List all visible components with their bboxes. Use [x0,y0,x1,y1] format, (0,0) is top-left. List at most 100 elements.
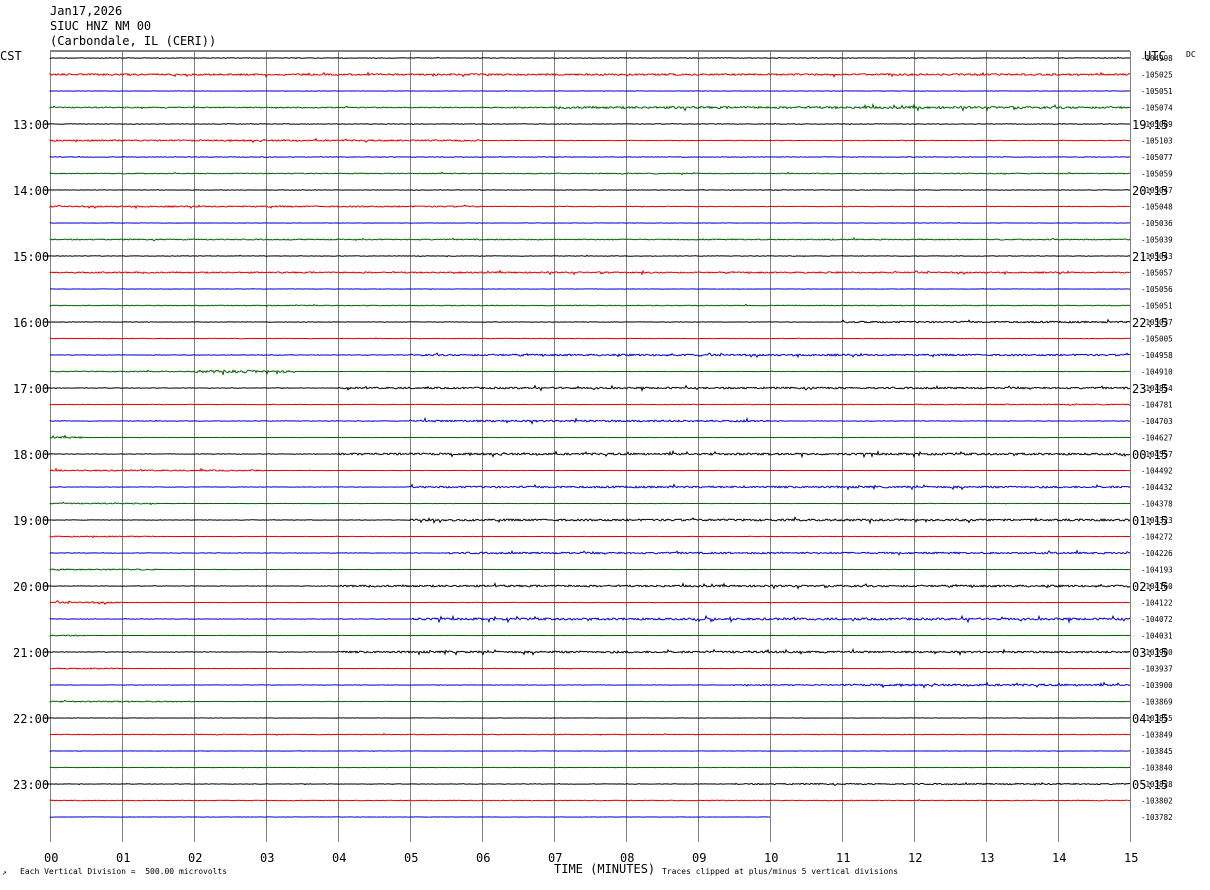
dc-value: -104193 [1141,566,1173,575]
x-tick-label: 06 [476,851,490,865]
dc-value: -104072 [1141,615,1173,624]
dc-value: -105089 [1141,120,1173,129]
trace-line [50,172,1130,174]
trace-line [50,73,1130,77]
dc-value: -103782 [1141,813,1173,822]
dc-value: -104854 [1141,384,1173,393]
dc-value: -104272 [1141,533,1173,542]
dc-value: -104160 [1141,582,1173,591]
dc-value: -105103 [1141,137,1173,146]
dc-value: -105057 [1141,269,1173,278]
trace-line [50,668,1130,669]
left-time-axis: 13:0014:0015:0016:0017:0018:0019:0020:00… [13,118,50,792]
dc-value: -104627 [1141,434,1173,443]
trace-line [50,683,1130,688]
trace-line [50,551,1130,555]
trace-line [50,205,1130,208]
trace-line [50,238,1130,241]
dc-value: -105051 [1141,87,1173,96]
dc-value: -105074 [1141,104,1173,113]
dc-offset-column: -104998-105025-105051-105074-105089-1051… [1141,54,1173,822]
cst-hour-label: 16:00 [13,316,49,330]
trace-line [50,616,1130,622]
trace-line [50,635,1130,636]
trace-group [50,57,1130,817]
trace-line [50,139,1130,143]
dc-value: -104557 [1141,450,1173,459]
dc-value: -103855 [1141,714,1173,723]
dc-value: -104323 [1141,516,1173,525]
cst-hour-label: 21:00 [13,646,49,660]
x-tick-label: 10 [764,851,778,865]
dc-value: -105037 [1141,318,1173,327]
seismogram-plot: 13:0014:0015:0016:0017:0018:0019:0020:00… [0,0,1210,890]
trace-line [50,783,1130,786]
x-tick-label: 13 [980,851,994,865]
scale-note: Each Vertical Division = 500.00 microvol… [20,867,227,876]
dc-value: -103980 [1141,648,1173,657]
dc-value: -103828 [1141,780,1173,789]
dc-value: -105039 [1141,236,1173,245]
dc-value: -105056 [1141,285,1173,294]
corner-mark: ↗ [2,868,7,877]
dc-value: -105051 [1141,302,1173,311]
x-tick-label: 05 [404,851,418,865]
trace-line [50,485,1130,490]
trace-line [50,353,1130,357]
cst-hour-label: 22:00 [13,712,49,726]
dc-value: -104122 [1141,599,1173,608]
cst-hour-label: 17:00 [13,382,49,396]
x-tick-label: 00 [44,851,58,865]
x-tick-label: 11 [836,851,850,865]
dc-value: -103840 [1141,764,1173,773]
x-tick-label: 01 [116,851,130,865]
trace-line [50,338,1130,339]
dc-value: -103802 [1141,797,1173,806]
dc-value: -104958 [1141,351,1173,360]
trace-line [50,271,1130,275]
dc-value: -103869 [1141,698,1173,707]
clip-note: Traces clipped at plus/minus 5 vertical … [662,867,898,876]
trace-line [50,751,1130,752]
trace-line [50,767,1130,768]
dc-value: -104432 [1141,483,1173,492]
dc-value: -103849 [1141,731,1173,740]
trace-line [50,386,1130,391]
plot-grid [50,51,1131,842]
trace-line [50,223,1130,224]
trace-line [50,289,1130,290]
dc-value: -105047 [1141,186,1173,195]
cst-hour-label: 20:00 [13,580,49,594]
dc-value: -105048 [1141,203,1173,212]
dc-value: -104378 [1141,500,1173,509]
trace-line [50,451,1130,457]
trace-line [50,436,1130,439]
dc-value: -105036 [1141,219,1173,228]
trace-line [50,649,1130,654]
x-axis-label: TIME (MINUTES) [554,862,655,876]
cst-hour-label: 14:00 [13,184,49,198]
cst-hour-label: 18:00 [13,448,49,462]
cst-hour-label: 19:00 [13,514,49,528]
trace-line [50,305,1130,307]
trace-line [50,370,1130,375]
trace-line [50,800,1130,802]
trace-line [50,320,1130,323]
trace-line [50,502,1130,504]
trace-line [50,569,1130,570]
trace-line [50,734,1130,736]
dc-value: -105077 [1141,153,1173,162]
trace-line [50,91,1130,92]
dc-value: -104781 [1141,401,1173,410]
trace-line [50,700,1130,702]
cst-hour-label: 15:00 [13,250,49,264]
trace-line [50,517,1130,523]
trace-line [50,57,1130,58]
dc-value: -105059 [1141,170,1173,179]
trace-line [50,584,1130,589]
dc-value: -105043 [1141,252,1173,261]
trace-line [50,156,1130,157]
dc-value: -104492 [1141,467,1173,476]
x-tick-label: 03 [260,851,274,865]
trace-line [50,105,1130,111]
